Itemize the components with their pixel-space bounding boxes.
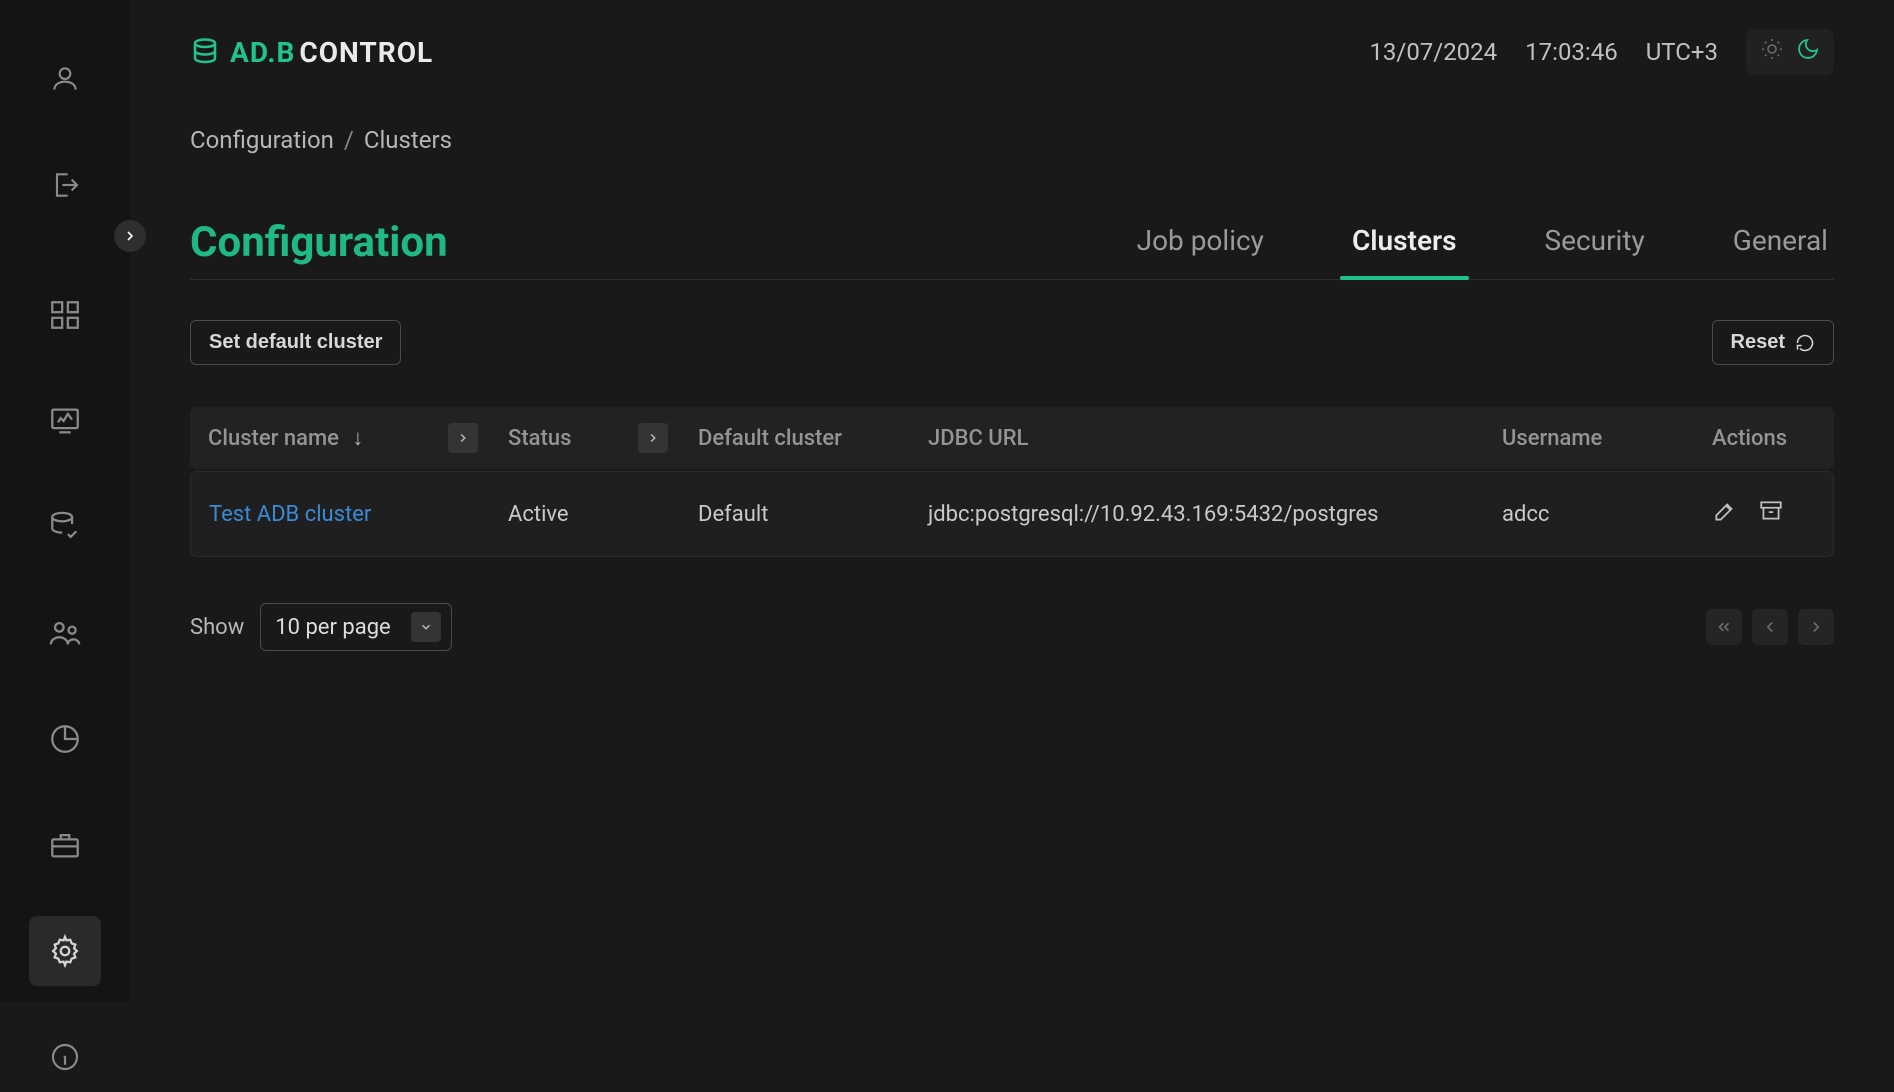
tab-job-policy[interactable]: Job policy <box>1131 216 1270 267</box>
page-title: Configuration <box>190 218 448 267</box>
filter-cluster-name-button[interactable] <box>448 423 478 453</box>
column-header-jdbc-url[interactable]: JDBC URL <box>910 407 1484 469</box>
chevron-left-icon <box>1761 618 1779 636</box>
database-check-icon <box>48 510 82 544</box>
column-header-cluster-name[interactable]: Cluster name ↓ <box>190 407 490 469</box>
table-row: Test ADB cluster Active Default jdbc:pos… <box>190 471 1834 557</box>
cell-username: adcc <box>1484 471 1694 557</box>
tab-clusters[interactable]: Clusters <box>1346 216 1463 267</box>
sidebar-item-jobs[interactable] <box>29 810 101 880</box>
cell-jdbc-url: jdbc:postgresql://10.92.43.169:5432/post… <box>910 471 1484 557</box>
archive-row-button[interactable] <box>1758 498 1784 530</box>
cell-default-cluster: Default <box>680 471 910 557</box>
header-time: 17:03:46 <box>1525 38 1618 66</box>
sort-descending-icon: ↓ <box>352 425 363 451</box>
logo-brand-b: CONTROL <box>299 36 433 69</box>
header-right: 13/07/2024 17:03:46 UTC+3 <box>1369 29 1834 75</box>
grid-icon <box>48 298 82 332</box>
sidebar-expand-toggle[interactable] <box>114 220 146 252</box>
filter-status-button[interactable] <box>638 423 668 453</box>
pagination <box>1706 609 1834 645</box>
archive-icon <box>1758 498 1784 524</box>
edit-icon <box>1712 498 1738 524</box>
per-page-select[interactable]: 10 per page <box>260 603 451 651</box>
breadcrumb-separator: / <box>344 126 354 154</box>
sun-icon <box>1760 37 1784 67</box>
monitor-chart-icon <box>48 404 82 438</box>
page-head: Configuration Job policy Clusters Securi… <box>190 216 1834 280</box>
tabs: Job policy Clusters Security General <box>1131 216 1834 267</box>
sidebar-item-logout[interactable] <box>29 150 101 220</box>
logo-text: AD.B CONTROL <box>230 36 433 69</box>
page-prev-button[interactable] <box>1752 609 1788 645</box>
tab-general[interactable]: General <box>1727 216 1834 267</box>
breadcrumb-current: Clusters <box>364 126 452 154</box>
chevrons-left-icon <box>1715 618 1733 636</box>
info-icon <box>49 1041 81 1073</box>
edit-row-button[interactable] <box>1712 498 1738 530</box>
sidebar-group-top <box>0 0 130 220</box>
per-page-control: Show 10 per page <box>190 603 452 651</box>
table-footer: Show 10 per page <box>190 603 1834 651</box>
column-header-username[interactable]: Username <box>1484 407 1694 469</box>
breadcrumb-root[interactable]: Configuration <box>190 126 334 154</box>
breadcrumb: Configuration / Clusters <box>190 126 1834 154</box>
refresh-icon <box>1795 333 1815 353</box>
header-timezone: UTC+3 <box>1646 38 1718 66</box>
sidebar-item-users[interactable] <box>29 598 101 668</box>
sidebar-item-profile[interactable] <box>29 44 101 114</box>
clusters-table: Cluster name ↓ Status Default cluster JD… <box>190 405 1834 559</box>
sidebar-item-dashboard[interactable] <box>29 280 101 350</box>
sidebar <box>0 0 130 1002</box>
chevron-right-icon <box>646 431 660 445</box>
cell-status: Active <box>490 471 680 557</box>
reset-button[interactable]: Reset <box>1712 320 1834 365</box>
logout-icon <box>49 169 81 201</box>
header: AD.B CONTROL 13/07/2024 17:03:46 UTC+3 <box>190 26 1834 78</box>
toolbar: Set default cluster Reset <box>190 320 1834 365</box>
sidebar-group-bottom <box>0 220 130 1092</box>
main: AD.B CONTROL 13/07/2024 17:03:46 UTC+3 C… <box>130 0 1894 1002</box>
set-default-cluster-button[interactable]: Set default cluster <box>190 320 401 365</box>
pie-chart-icon <box>48 722 82 756</box>
cluster-name-link[interactable]: Test ADB cluster <box>209 502 371 527</box>
logo[interactable]: AD.B CONTROL <box>190 36 433 69</box>
page-first-button[interactable] <box>1706 609 1742 645</box>
moon-icon <box>1796 37 1820 67</box>
tab-security[interactable]: Security <box>1539 216 1651 267</box>
per-page-value: 10 per page <box>275 615 390 640</box>
user-icon <box>49 63 81 95</box>
chevron-right-icon <box>456 431 470 445</box>
theme-toggle[interactable] <box>1746 29 1834 75</box>
chevron-right-icon <box>122 228 138 244</box>
column-header-status[interactable]: Status <box>490 407 680 469</box>
sidebar-item-databases[interactable] <box>29 492 101 562</box>
sidebar-item-info[interactable] <box>29 1022 101 1092</box>
header-date: 13/07/2024 <box>1369 38 1497 66</box>
page-next-button[interactable] <box>1798 609 1834 645</box>
briefcase-icon <box>48 828 82 862</box>
sidebar-item-reports[interactable] <box>29 704 101 774</box>
show-label: Show <box>190 615 244 640</box>
sidebar-item-configuration[interactable] <box>29 916 101 986</box>
column-header-actions: Actions <box>1694 407 1834 469</box>
column-header-default-cluster[interactable]: Default cluster <box>680 407 910 469</box>
sidebar-item-monitoring[interactable] <box>29 386 101 456</box>
gear-icon <box>48 934 82 968</box>
chevron-down-icon <box>411 612 441 642</box>
users-icon <box>48 616 82 650</box>
logo-icon <box>190 37 220 67</box>
logo-brand-a: AD.B <box>230 36 295 69</box>
reset-button-label: Reset <box>1731 331 1785 354</box>
row-actions <box>1712 498 1815 530</box>
chevron-right-icon <box>1807 618 1825 636</box>
